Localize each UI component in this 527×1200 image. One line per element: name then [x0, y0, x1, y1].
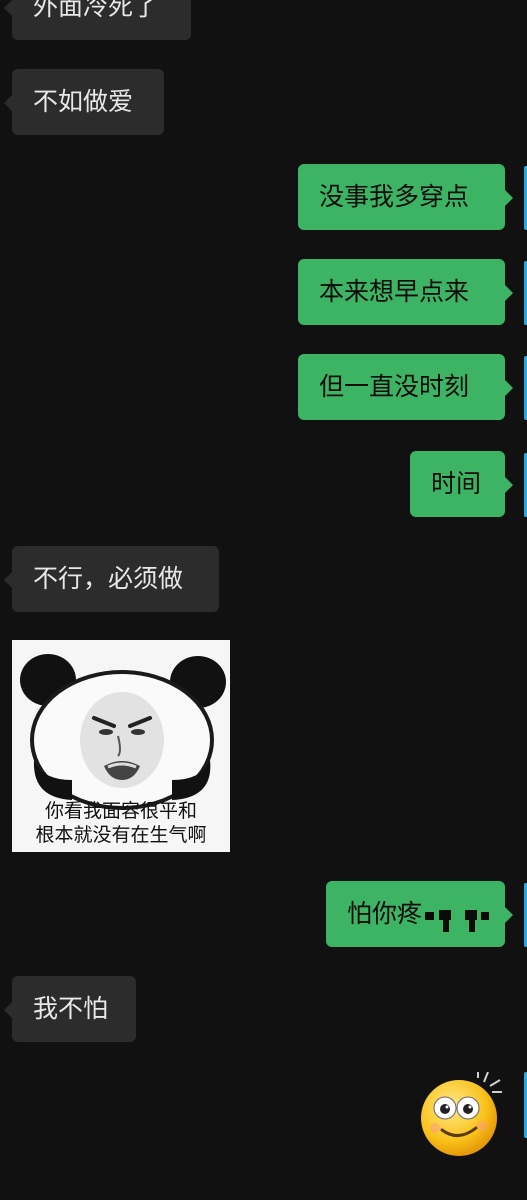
message-bubble-incoming[interactable]: 外面冷死了 [4, 0, 191, 40]
message-text: 怕你疼 [347, 899, 423, 928]
message-bubble-outgoing[interactable]: 但一直没时刻 [298, 354, 513, 420]
message-text: 不如做爱 [33, 87, 134, 116]
sticker-caption-line2: 根本就没有在生气啊 [35, 824, 207, 846]
message-bubble-incoming[interactable]: 我不怕 [4, 976, 136, 1042]
message-text: 本来想早点来 [319, 277, 470, 306]
message-bubble-outgoing[interactable]: 本来想早点来 [298, 259, 513, 325]
message-text: 但一直没时刻 [319, 372, 470, 401]
sticker-panda-meme[interactable]: 你看我面容很平和 根本就没有在生气啊 [12, 640, 230, 852]
quote-mark-icon [425, 910, 489, 932]
message-bubble-incoming[interactable]: 不如做爱 [4, 69, 164, 135]
message-text: 我不怕 [33, 994, 109, 1023]
message-text: 外面冷死了 [33, 0, 159, 21]
smiling-face-emoji[interactable] [418, 1072, 504, 1158]
message-text: 没事我多穿点 [319, 182, 470, 211]
message-text: 时间 [431, 469, 482, 498]
message-bubble-incoming[interactable]: 不行，必须做 [4, 546, 219, 612]
message-text: 不行，必须做 [33, 564, 184, 593]
message-bubble-outgoing[interactable]: 没事我多穿点 [298, 164, 513, 230]
message-bubble-outgoing[interactable]: 时间 [410, 451, 513, 517]
sticker-caption-line1: 你看我面容很平和 [44, 800, 197, 822]
